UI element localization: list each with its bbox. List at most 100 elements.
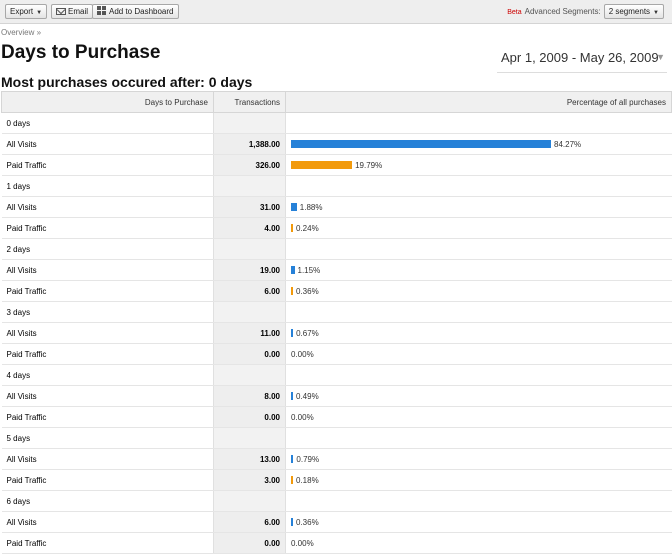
percentage-bar bbox=[291, 476, 293, 485]
transactions-value: 6.00 bbox=[213, 280, 286, 302]
table-row: All Visits 11.00 0.67% bbox=[1, 322, 672, 344]
segment-label: All Visits bbox=[1, 133, 214, 155]
percentage-cell: 19.79% bbox=[285, 154, 672, 176]
table-row: Paid Traffic 0.00 0.00% bbox=[1, 406, 672, 428]
group-label: 6 days bbox=[1, 490, 214, 512]
transactions-value: 0.00 bbox=[213, 343, 286, 365]
group-transactions-cell bbox=[213, 112, 286, 134]
percentage-value: 0.24% bbox=[296, 223, 319, 233]
table-row: Paid Traffic 0.00 0.00% bbox=[1, 343, 672, 365]
chevron-down-icon: ▼ bbox=[656, 52, 665, 62]
transactions-value: 6.00 bbox=[213, 511, 286, 533]
transactions-value: 13.00 bbox=[213, 448, 286, 470]
percentage-value: 0.00% bbox=[291, 412, 314, 422]
percentage-bar bbox=[291, 287, 293, 296]
column-header-percentage[interactable]: Percentage of all purchases bbox=[285, 91, 672, 113]
transactions-value: 11.00 bbox=[213, 322, 286, 344]
add-to-dashboard-button[interactable]: Add to Dashboard bbox=[92, 4, 179, 19]
page-title: Days to Purchase bbox=[1, 42, 161, 63]
percentage-value: 19.79% bbox=[355, 160, 383, 170]
percentage-cell: 0.00% bbox=[285, 532, 672, 554]
segment-label: Paid Traffic bbox=[1, 532, 214, 554]
percentage-value: 1.88% bbox=[299, 202, 323, 212]
percentage-bar bbox=[291, 329, 294, 338]
group-label: 2 days bbox=[1, 238, 214, 260]
group-row: 3 days bbox=[1, 301, 672, 323]
segment-label: All Visits bbox=[1, 448, 214, 470]
toolbar: Export ▼ Email Add to Dashboard Beta Advan… bbox=[0, 0, 672, 24]
segment-label: All Visits bbox=[1, 322, 214, 344]
percentage-value: 0.00% bbox=[291, 538, 314, 548]
export-button[interactable]: Export ▼ bbox=[5, 4, 48, 19]
segment-label: All Visits bbox=[1, 385, 214, 407]
add-to-dashboard-label: Add to Dashboard bbox=[109, 7, 174, 16]
segment-label: Paid Traffic bbox=[1, 154, 214, 176]
transactions-value: 19.00 bbox=[213, 259, 286, 281]
column-header-transactions[interactable]: Transactions bbox=[213, 91, 286, 113]
transactions-value: 31.00 bbox=[213, 196, 286, 218]
percentage-value: 0.79% bbox=[296, 454, 320, 464]
table-row: All Visits 31.00 1.88% bbox=[1, 196, 672, 218]
group-percentage-cell bbox=[285, 364, 672, 386]
group-percentage-cell bbox=[285, 490, 672, 512]
segment-label: All Visits bbox=[1, 196, 214, 218]
transactions-value: 3.00 bbox=[213, 469, 286, 491]
group-label: 1 days bbox=[1, 175, 214, 197]
percentage-cell: 0.00% bbox=[285, 343, 672, 365]
segment-label: Paid Traffic bbox=[1, 343, 214, 365]
percentage-value: 1.15% bbox=[297, 265, 321, 275]
table-row: Paid Traffic 3.00 0.18% bbox=[1, 469, 672, 491]
segments-value: 2 segments bbox=[608, 7, 651, 16]
percentage-bar bbox=[291, 161, 353, 170]
percentage-bar bbox=[291, 455, 294, 464]
days-to-purchase-table: Days to Purchase Transactions Percentage… bbox=[1, 91, 672, 554]
segment-label: Paid Traffic bbox=[1, 217, 214, 239]
table-row: All Visits 13.00 0.79% bbox=[1, 448, 672, 470]
percentage-cell: 1.88% bbox=[285, 196, 672, 218]
percentage-cell: 0.00% bbox=[285, 406, 672, 428]
percentage-cell: 0.67% bbox=[285, 322, 672, 344]
segment-label: All Visits bbox=[1, 511, 214, 533]
transactions-value: 326.00 bbox=[213, 154, 286, 176]
group-row: 5 days bbox=[1, 427, 672, 449]
group-transactions-cell bbox=[213, 175, 286, 197]
table-header-row: Days to Purchase Transactions Percentage… bbox=[1, 91, 672, 113]
segment-label: Paid Traffic bbox=[1, 406, 214, 428]
group-transactions-cell bbox=[213, 301, 286, 323]
group-label: 0 days bbox=[1, 112, 214, 134]
table-row: All Visits 8.00 0.49% bbox=[1, 385, 672, 407]
percentage-value: 0.36% bbox=[296, 286, 319, 296]
percentage-value: 0.18% bbox=[296, 475, 319, 485]
date-range-picker[interactable]: Apr 1, 2009 - May 26, 2009 ▼ bbox=[497, 42, 667, 73]
percentage-cell: 0.24% bbox=[285, 217, 672, 239]
advanced-segments-label: Advanced Segments: bbox=[524, 7, 601, 16]
envelope-icon bbox=[56, 8, 66, 15]
date-range-label: Apr 1, 2009 - May 26, 2009 bbox=[501, 50, 659, 65]
group-row: 2 days bbox=[1, 238, 672, 260]
percentage-cell: 0.79% bbox=[285, 448, 672, 470]
percentage-value: 0.67% bbox=[296, 328, 319, 338]
percentage-bar bbox=[291, 266, 295, 275]
group-label: 4 days bbox=[1, 364, 214, 386]
percentage-value: 0.36% bbox=[296, 517, 319, 527]
percentage-cell: 84.27% bbox=[285, 133, 672, 155]
table-row: All Visits 19.00 1.15% bbox=[1, 259, 672, 281]
percentage-cell: 1.15% bbox=[285, 259, 672, 281]
percentage-cell: 0.36% bbox=[285, 280, 672, 302]
email-button[interactable]: Email bbox=[51, 4, 94, 19]
segments-dropdown[interactable]: 2 segments ▼ bbox=[603, 4, 664, 19]
group-row: 1 days bbox=[1, 175, 672, 197]
transactions-value: 8.00 bbox=[213, 385, 286, 407]
column-header-days[interactable]: Days to Purchase bbox=[1, 91, 214, 113]
percentage-cell: 0.36% bbox=[285, 511, 672, 533]
group-transactions-cell bbox=[213, 427, 286, 449]
table-row: Paid Traffic 4.00 0.24% bbox=[1, 217, 672, 239]
advanced-segments: Beta Advanced Segments: 2 segments ▼ bbox=[507, 4, 664, 20]
breadcrumb[interactable]: Overview » bbox=[1, 28, 41, 37]
summary-heading: Most purchases occured after: 0 days bbox=[1, 74, 253, 90]
percentage-bar bbox=[291, 392, 293, 401]
group-row: 6 days bbox=[1, 490, 672, 512]
group-percentage-cell bbox=[285, 427, 672, 449]
segment-label: All Visits bbox=[1, 259, 214, 281]
transactions-value: 1,388.00 bbox=[213, 133, 286, 155]
